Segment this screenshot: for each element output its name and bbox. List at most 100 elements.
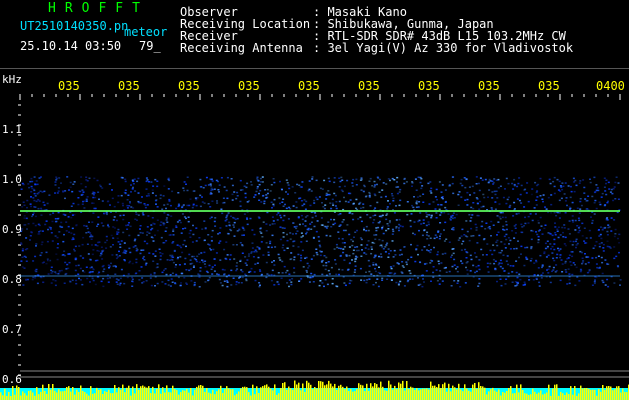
noise-pixel	[154, 178, 157, 181]
noise-pixel	[131, 280, 134, 283]
noise-pixel	[196, 255, 199, 258]
noise-pixel	[344, 229, 347, 232]
noise-pixel	[92, 268, 95, 271]
noise-pixel	[194, 197, 197, 199]
noise-pixel	[231, 184, 234, 187]
noise-pixel	[98, 271, 101, 273]
noise-pixel	[450, 256, 453, 258]
noise-pixel	[58, 177, 61, 179]
noise-pixel	[241, 189, 244, 191]
noise-pixel	[257, 256, 260, 259]
noise-pixel	[490, 235, 492, 237]
noise-pixel	[593, 202, 596, 204]
noise-pixel	[457, 239, 460, 241]
noise-pixel	[392, 197, 395, 200]
noise-pixel	[239, 276, 242, 278]
baseline-bar	[564, 395, 566, 400]
noise-pixel	[253, 251, 256, 253]
noise-pixel	[313, 202, 316, 204]
noise-pixel	[149, 273, 152, 276]
noise-pixel	[207, 234, 210, 236]
noise-pixel	[453, 264, 456, 266]
noise-pixel	[111, 254, 114, 256]
noise-pixel	[520, 245, 523, 248]
noise-pixel	[579, 198, 582, 200]
noise-pixel	[386, 242, 389, 244]
noise-pixel	[175, 225, 178, 227]
noise-pixel	[270, 184, 273, 186]
noise-pixel	[300, 257, 303, 259]
noise-pixel	[617, 198, 620, 200]
noise-pixel	[258, 199, 261, 201]
baseline-bar	[570, 386, 572, 400]
noise-pixel	[281, 188, 283, 191]
noise-pixel	[31, 215, 33, 218]
noise-pixel	[478, 189, 481, 192]
axis-ticks	[18, 94, 621, 376]
noise-pixel	[452, 212, 455, 214]
noise-pixel	[183, 239, 186, 242]
noise-pixel	[232, 216, 234, 219]
baseline-bar	[140, 386, 142, 400]
noise-pixel	[172, 230, 175, 232]
noise-pixel	[39, 230, 42, 232]
noise-pixel	[464, 282, 467, 284]
noise-pixel	[370, 246, 373, 248]
noise-pixel	[110, 262, 112, 265]
noise-pixel	[539, 177, 542, 180]
baseline-bar	[480, 386, 482, 400]
baseline-bar	[526, 393, 528, 400]
baseline-bar	[142, 385, 144, 400]
baseline-bar	[554, 384, 556, 400]
noise-pixel	[475, 266, 478, 268]
noise-pixel	[563, 243, 566, 245]
noise-pixel	[476, 198, 479, 200]
noise-pixel	[21, 256, 24, 258]
noise-pixel	[81, 193, 84, 196]
noise-pixel	[458, 191, 461, 193]
noise-pixel	[584, 198, 587, 200]
noise-pixel	[117, 228, 120, 231]
noise-pixel	[120, 240, 123, 242]
noise-pixel	[519, 193, 522, 196]
baseline-bar	[434, 385, 436, 400]
noise-pixel	[486, 266, 489, 268]
noise-pixel	[57, 243, 59, 245]
noise-pixel	[375, 263, 377, 265]
noise-pixel	[201, 228, 204, 230]
noise-pixel	[288, 273, 291, 275]
noise-pixel	[270, 201, 273, 203]
noise-pixel	[422, 219, 425, 221]
noise-pixel	[64, 197, 66, 200]
noise-pixel	[409, 272, 412, 275]
baseline-bar	[308, 382, 310, 400]
baseline-bar	[540, 390, 542, 400]
noise-pixel	[223, 269, 226, 271]
noise-pixel	[502, 225, 505, 228]
noise-pixel	[558, 217, 561, 219]
baseline-bar	[80, 385, 82, 400]
baseline-bar	[530, 394, 532, 400]
noise-pixel	[575, 244, 578, 246]
noise-pixel	[111, 197, 114, 200]
noise-pixel	[597, 267, 600, 269]
noise-pixel	[338, 200, 341, 203]
noise-pixel	[430, 215, 433, 217]
noise-pixel	[213, 188, 216, 190]
noise-pixel	[567, 268, 570, 270]
noise-pixel	[131, 262, 134, 265]
noise-pixel	[313, 199, 316, 202]
noise-pixel	[477, 285, 480, 287]
noise-pixel	[537, 239, 540, 241]
noise-pixel	[281, 246, 284, 249]
noise-pixel	[607, 285, 610, 288]
baseline-bar	[352, 391, 354, 400]
noise-pixel	[21, 249, 24, 252]
noise-pixel	[36, 282, 39, 285]
noise-pixel	[248, 271, 251, 273]
noise-pixel	[277, 253, 280, 256]
noise-pixel	[367, 240, 370, 242]
noise-pixel	[25, 217, 28, 220]
noise-pixel	[333, 248, 336, 250]
noise-pixel	[94, 283, 97, 286]
